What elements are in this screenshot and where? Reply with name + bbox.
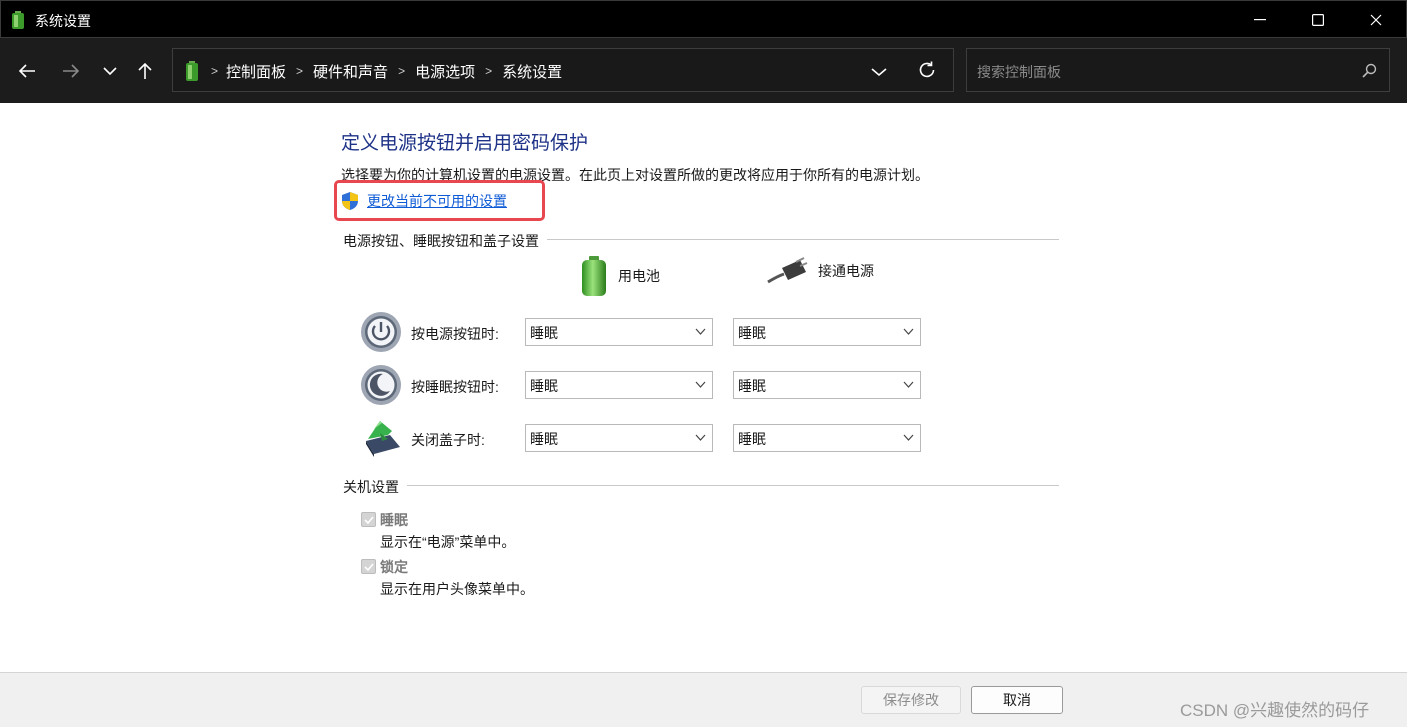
select-value: 睡眠 — [530, 325, 558, 341]
sleep-option-title: 睡眠 — [380, 512, 408, 528]
lock-option-title: 锁定 — [380, 559, 408, 575]
sleep-button-battery-select[interactable]: 睡眠 — [525, 371, 713, 399]
breadcrumb: > 控制面板 > 硬件和声音 > 电源选项 > 系统设置 — [211, 49, 562, 93]
arrow-right-icon — [63, 64, 80, 78]
refresh-icon — [919, 61, 935, 78]
sleep-option-description: 显示在“电源”菜单中。 — [380, 534, 516, 550]
select-value: 睡眠 — [530, 431, 558, 447]
power-button-icon — [361, 312, 401, 352]
search-input[interactable]: 搜索控制面板 — [977, 62, 1061, 82]
address-bar[interactable]: > 控制面板 > 硬件和声音 > 电源选项 > 系统设置 — [172, 48, 954, 92]
chevron-down-icon — [871, 68, 887, 77]
sleep-button-icon — [361, 365, 401, 405]
plugged-column-label: 接通电源 — [818, 263, 874, 279]
group-divider — [343, 485, 1059, 486]
address-dropdown-button[interactable] — [871, 61, 893, 81]
chevron-down-icon — [903, 434, 914, 441]
breadcrumb-power-options[interactable]: 电源选项 — [415, 61, 475, 82]
change-unavailable-settings-link[interactable]: 更改当前不可用的设置 — [341, 191, 507, 211]
power-button-battery-select[interactable]: 睡眠 — [525, 318, 713, 346]
breadcrumb-separator-icon: > — [211, 64, 219, 78]
uac-shield-icon — [342, 192, 358, 210]
forward-button[interactable] — [56, 56, 86, 86]
maximize-button[interactable] — [1289, 1, 1347, 39]
plugged-column-header: 接通电源 — [766, 256, 874, 286]
sleep-button-label: 按睡眠按钮时: — [411, 379, 499, 395]
checkmark-icon — [364, 563, 374, 572]
page-title: 定义电源按钮并启用密码保护 — [341, 133, 589, 154]
watermark: CSDN @兴趣使然的码仔 — [1180, 701, 1370, 720]
arrow-up-icon — [138, 62, 152, 79]
up-button[interactable] — [130, 56, 160, 86]
search-icon[interactable] — [1361, 63, 1377, 79]
navigation-bar: > 控制面板 > 硬件和声音 > 电源选项 > 系统设置 搜索控制面板 — [0, 38, 1407, 103]
chevron-down-icon — [903, 328, 914, 335]
arrow-left-icon — [18, 64, 35, 78]
breadcrumb-separator-icon[interactable]: > — [485, 64, 492, 78]
chevron-down-icon — [695, 434, 706, 441]
sleep-checkbox[interactable] — [361, 512, 376, 527]
lock-checkbox[interactable] — [361, 559, 376, 574]
recent-locations-button[interactable] — [95, 56, 125, 86]
battery-app-icon — [12, 11, 24, 29]
battery-icon — [582, 256, 606, 296]
power-button-label: 按电源按钮时: — [411, 326, 499, 342]
power-buttons-group-title: 电源按钮、睡眠按钮和盖子设置 — [343, 231, 547, 251]
select-value: 睡眠 — [738, 325, 766, 341]
back-button[interactable] — [12, 56, 42, 86]
laptop-lid-icon — [366, 421, 400, 457]
minimize-button[interactable] — [1231, 1, 1289, 39]
change-unavailable-settings-text[interactable]: 更改当前不可用的设置 — [367, 191, 507, 211]
save-changes-button[interactable]: 保存修改 — [861, 686, 961, 714]
minimize-icon — [1254, 19, 1266, 21]
breadcrumb-separator-icon[interactable]: > — [296, 64, 303, 78]
close-lid-label: 关闭盖子时: — [411, 432, 485, 448]
close-icon — [1370, 14, 1382, 26]
select-value: 睡眠 — [530, 378, 558, 394]
select-value: 睡眠 — [738, 378, 766, 394]
chevron-down-icon — [103, 67, 117, 76]
cancel-button[interactable]: 取消 — [971, 686, 1063, 714]
power-plug-icon — [767, 257, 808, 284]
sleep-button-plugged-select[interactable]: 睡眠 — [733, 371, 921, 399]
breadcrumb-separator-icon[interactable]: > — [398, 64, 405, 78]
power-button-plugged-select[interactable]: 睡眠 — [733, 318, 921, 346]
chevron-down-icon — [695, 381, 706, 388]
title-bar: 系统设置 — [0, 0, 1407, 38]
breadcrumb-system-settings[interactable]: 系统设置 — [502, 61, 562, 82]
battery-column-label: 用电池 — [618, 268, 660, 284]
breadcrumb-control-panel[interactable]: 控制面板 — [226, 61, 286, 82]
chevron-down-icon — [903, 381, 914, 388]
breadcrumb-hardware-sound[interactable]: 硬件和声音 — [313, 61, 388, 82]
checkmark-icon — [364, 516, 374, 525]
window-title: 系统设置 — [35, 13, 91, 29]
close-lid-plugged-select[interactable]: 睡眠 — [733, 424, 921, 452]
search-box[interactable]: 搜索控制面板 — [966, 48, 1390, 92]
lock-option-description: 显示在用户头像菜单中。 — [380, 581, 534, 597]
refresh-button[interactable] — [917, 60, 939, 82]
chevron-down-icon — [695, 328, 706, 335]
battery-location-icon — [186, 61, 198, 81]
maximize-icon — [1312, 14, 1324, 26]
battery-column-header: 用电池 — [580, 256, 660, 296]
close-button[interactable] — [1347, 1, 1405, 39]
shutdown-group-title: 关机设置 — [343, 477, 407, 497]
select-value: 睡眠 — [738, 431, 766, 447]
close-lid-battery-select[interactable]: 睡眠 — [525, 424, 713, 452]
